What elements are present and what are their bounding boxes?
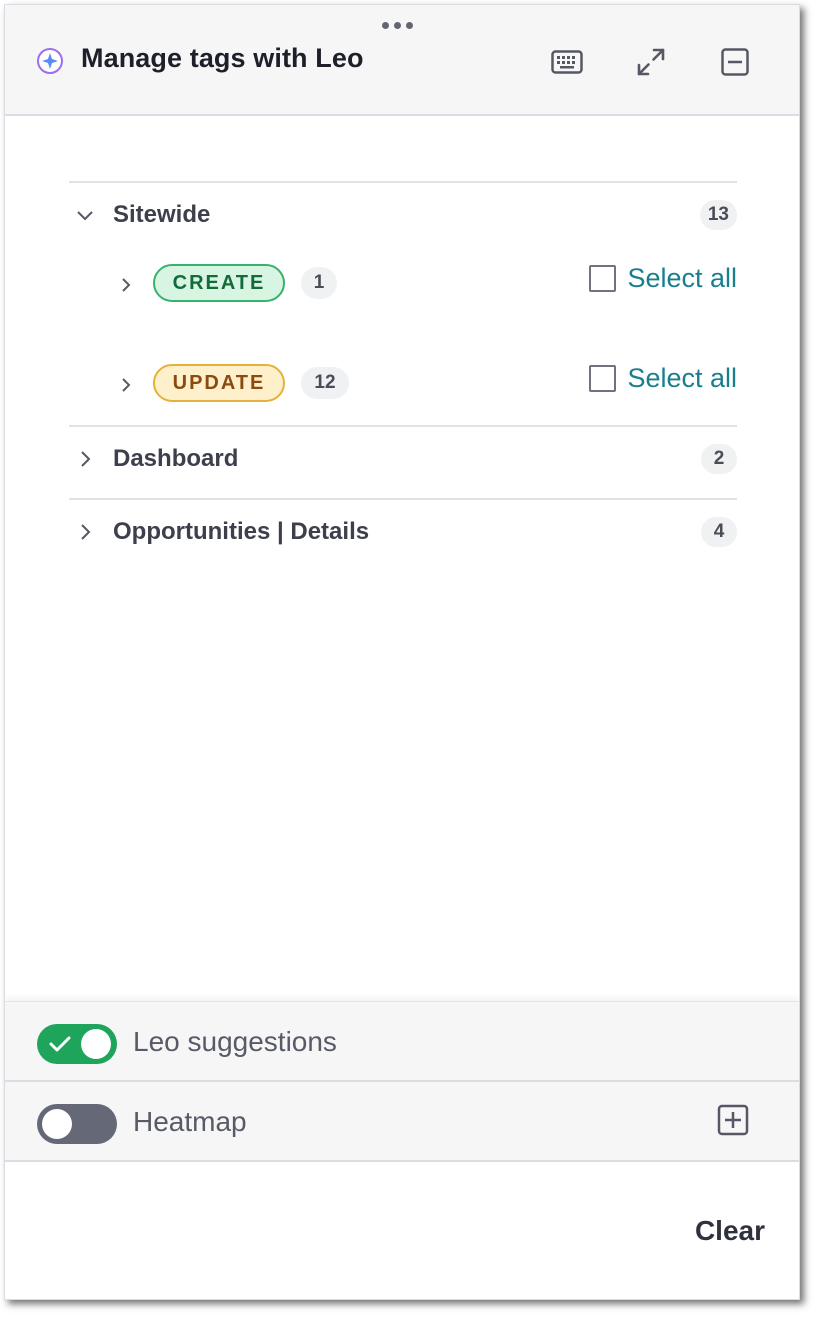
chevron-right-icon[interactable] — [75, 522, 95, 542]
select-all-create[interactable]: Select all — [589, 263, 737, 294]
select-all-label[interactable]: Select all — [627, 263, 737, 294]
minimize-icon — [721, 48, 749, 76]
chevron-right-icon[interactable] — [75, 449, 95, 469]
keyboard-icon — [551, 50, 583, 74]
group-count: 1 — [301, 267, 337, 299]
keyboard-shortcuts-button[interactable] — [549, 44, 585, 80]
section-count: 2 — [701, 444, 737, 474]
check-icon — [49, 1036, 71, 1052]
chevron-down-icon[interactable] — [75, 205, 95, 225]
drag-handle-icon[interactable] — [382, 22, 413, 29]
clear-button[interactable]: Clear — [695, 1215, 765, 1247]
select-all-label[interactable]: Select all — [627, 363, 737, 394]
section-opportunities-details[interactable]: Opportunities | Details 4 — [69, 500, 737, 564]
toggle-knob — [81, 1029, 111, 1059]
section-label: Dashboard — [113, 445, 239, 472]
select-all-checkbox[interactable] — [589, 265, 617, 292]
leo-tags-panel: Manage tags with Leo Sitewide 13 CREATE … — [4, 4, 800, 1300]
expand-icon — [637, 48, 665, 76]
toggle-knob — [42, 1109, 72, 1139]
section-dashboard[interactable]: Dashboard 2 — [69, 427, 737, 491]
expand-button[interactable] — [633, 44, 669, 80]
group-create[interactable]: CREATE 1 Select all — [69, 249, 737, 349]
update-tag-badge: UPDATE — [153, 364, 285, 402]
section-label: Opportunities | Details — [113, 518, 370, 545]
section-count: 4 — [701, 517, 737, 547]
panel-header: Manage tags with Leo — [5, 5, 799, 116]
chevron-right-icon[interactable] — [117, 376, 135, 394]
create-tag-badge: CREATE — [153, 264, 285, 302]
expand-plus-icon[interactable] — [717, 1104, 749, 1136]
heatmap-row: Heatmap — [5, 1082, 799, 1162]
leo-suggestions-toggle[interactable] — [37, 1024, 117, 1064]
section-label: Sitewide — [113, 201, 211, 228]
toggle-label: Heatmap — [133, 1106, 247, 1137]
bottom-toggles: Leo suggestions Heatmap — [5, 1001, 799, 1162]
toggle-label: Leo suggestions — [133, 1026, 337, 1057]
section-sitewide[interactable]: Sitewide 13 — [69, 183, 737, 249]
chevron-right-icon[interactable] — [117, 276, 135, 294]
panel-title: Manage tags with Leo — [81, 43, 364, 73]
leo-suggestions-row: Leo suggestions — [5, 1001, 799, 1082]
select-all-checkbox[interactable] — [589, 365, 617, 392]
tag-tree: Sitewide 13 CREATE 1 Select all UPDATE 1… — [69, 181, 737, 564]
sparkle-icon — [37, 48, 63, 74]
minimize-button[interactable] — [717, 44, 753, 80]
group-count: 12 — [301, 367, 349, 399]
heatmap-toggle[interactable] — [37, 1104, 117, 1144]
select-all-update[interactable]: Select all — [589, 363, 737, 394]
section-count: 13 — [699, 200, 737, 230]
